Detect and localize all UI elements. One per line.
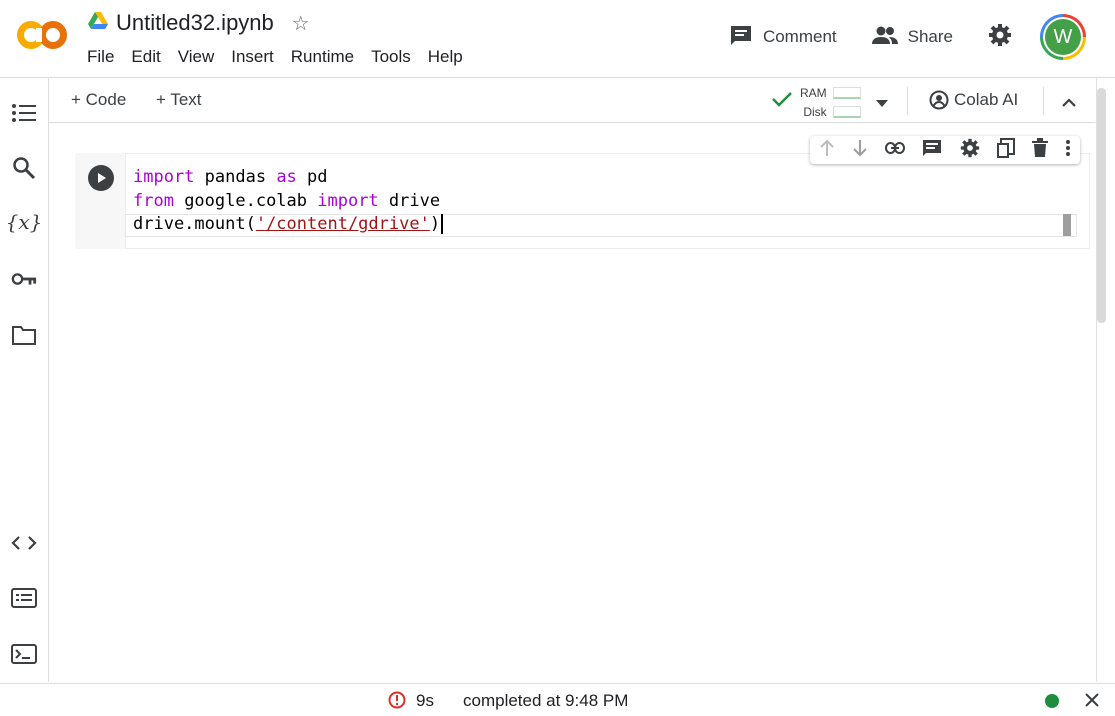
- move-up-icon[interactable]: [819, 139, 835, 162]
- editor-scrollbar[interactable]: [1063, 214, 1071, 236]
- play-icon: [98, 173, 106, 183]
- disk-label: Disk: [803, 104, 827, 119]
- colab-ai-icon: [929, 90, 949, 110]
- share-label: Share: [907, 27, 953, 46]
- variables-icon[interactable]: {x}: [6, 209, 43, 235]
- command-palette-icon[interactable]: [11, 585, 37, 611]
- code-line-3: drive.mount('/content/gdrive'): [133, 213, 444, 237]
- menu-runtime[interactable]: Runtime: [291, 47, 354, 67]
- gear-icon: [988, 23, 1022, 52]
- notebook-title[interactable]: Untitled32.ipynb: [116, 10, 274, 36]
- add-text-button[interactable]: + Text: [156, 90, 202, 110]
- menu-insert[interactable]: Insert: [231, 47, 274, 67]
- status-bar: 9s completed at 9:48 PM: [0, 683, 1115, 716]
- settings-button[interactable]: [988, 23, 1022, 52]
- drive-icon[interactable]: [88, 11, 108, 35]
- account-avatar[interactable]: W: [1040, 14, 1086, 60]
- divider: [1043, 87, 1044, 115]
- top-bar: Untitled32.ipynb ☆ File Edit View Insert…: [0, 0, 1115, 78]
- more-vert-icon[interactable]: [1065, 139, 1071, 162]
- keyword: as: [276, 167, 297, 187]
- add-code-button[interactable]: + Code: [71, 90, 126, 110]
- comment-button[interactable]: Comment: [729, 24, 837, 51]
- code-line-1: import pandas as pd: [133, 166, 443, 190]
- close-icon[interactable]: [1084, 692, 1100, 713]
- resources-indicator[interactable]: RAM Disk: [800, 83, 861, 121]
- text-cursor: [441, 214, 444, 234]
- code-token: google.colab: [173, 190, 318, 211]
- notebook-toolbar: + Code + Text RAM Disk Colab AI: [49, 78, 1095, 123]
- delete-icon[interactable]: [1032, 137, 1049, 163]
- share-button[interactable]: Share: [871, 25, 953, 50]
- menu-bar: File Edit View Insert Runtime Tools Help: [87, 47, 480, 67]
- colab-logo[interactable]: [16, 19, 68, 51]
- code-token: drive: [378, 190, 441, 211]
- gear-icon[interactable]: [960, 138, 980, 163]
- star-icon[interactable]: ☆: [292, 11, 310, 36]
- code-snippets-icon[interactable]: [11, 530, 37, 556]
- avatar-letter: W: [1045, 19, 1081, 55]
- code-text[interactable]: import pandas as pd from google.colab imp…: [133, 166, 444, 237]
- code-token: ): [429, 214, 441, 234]
- colab-ai-button[interactable]: Colab AI: [929, 90, 1018, 110]
- folder-icon[interactable]: [11, 322, 37, 348]
- cell-toolbar: [810, 136, 1080, 164]
- mirror-cell-icon[interactable]: [996, 137, 1015, 163]
- run-cell-button[interactable]: [88, 165, 114, 191]
- code-token: pd: [296, 167, 328, 187]
- menu-file[interactable]: File: [87, 47, 114, 67]
- string-literal: '/content/gdrive': [255, 214, 430, 234]
- disk-bar: [832, 105, 861, 118]
- menu-edit[interactable]: Edit: [131, 47, 160, 67]
- search-icon[interactable]: [11, 155, 37, 181]
- execution-duration: 9s: [416, 691, 434, 710]
- menu-tools[interactable]: Tools: [371, 47, 411, 67]
- chevron-down-icon[interactable]: [876, 95, 888, 113]
- comment-icon[interactable]: [922, 139, 942, 162]
- comment-label: Comment: [762, 27, 837, 46]
- notebook-scrollbar[interactable]: [1097, 88, 1106, 323]
- code-token: pandas: [194, 167, 277, 187]
- ram-label: RAM: [800, 85, 827, 100]
- code-line-2: from google.colab import drive: [133, 190, 443, 214]
- toc-icon[interactable]: [11, 100, 37, 126]
- ram-bar: [832, 86, 861, 99]
- keyword: from: [133, 190, 174, 211]
- execution-status: completed at 9:48 PM: [463, 691, 629, 710]
- terminal-icon[interactable]: [11, 641, 37, 667]
- people-icon: [871, 25, 908, 50]
- keyword: import: [317, 190, 379, 211]
- divider: [907, 87, 908, 115]
- code-cell[interactable]: import pandas as pd from google.colab imp…: [75, 153, 1090, 249]
- move-down-icon[interactable]: [852, 139, 868, 162]
- key-icon[interactable]: [11, 266, 37, 292]
- connection-status-dot[interactable]: [1045, 694, 1059, 708]
- menu-view[interactable]: View: [178, 47, 215, 67]
- code-token: drive.mount(: [133, 214, 256, 234]
- left-sidebar: {x}: [0, 78, 49, 682]
- comment-icon: [729, 24, 763, 51]
- error-circle-icon[interactable]: [388, 691, 406, 714]
- keyword: import: [133, 167, 195, 187]
- menu-help[interactable]: Help: [428, 47, 463, 67]
- link-icon[interactable]: [885, 141, 906, 159]
- connected-check-icon: [771, 90, 793, 113]
- collapse-chevron-up-icon[interactable]: [1061, 94, 1077, 112]
- colab-ai-label: Colab AI: [954, 90, 1019, 109]
